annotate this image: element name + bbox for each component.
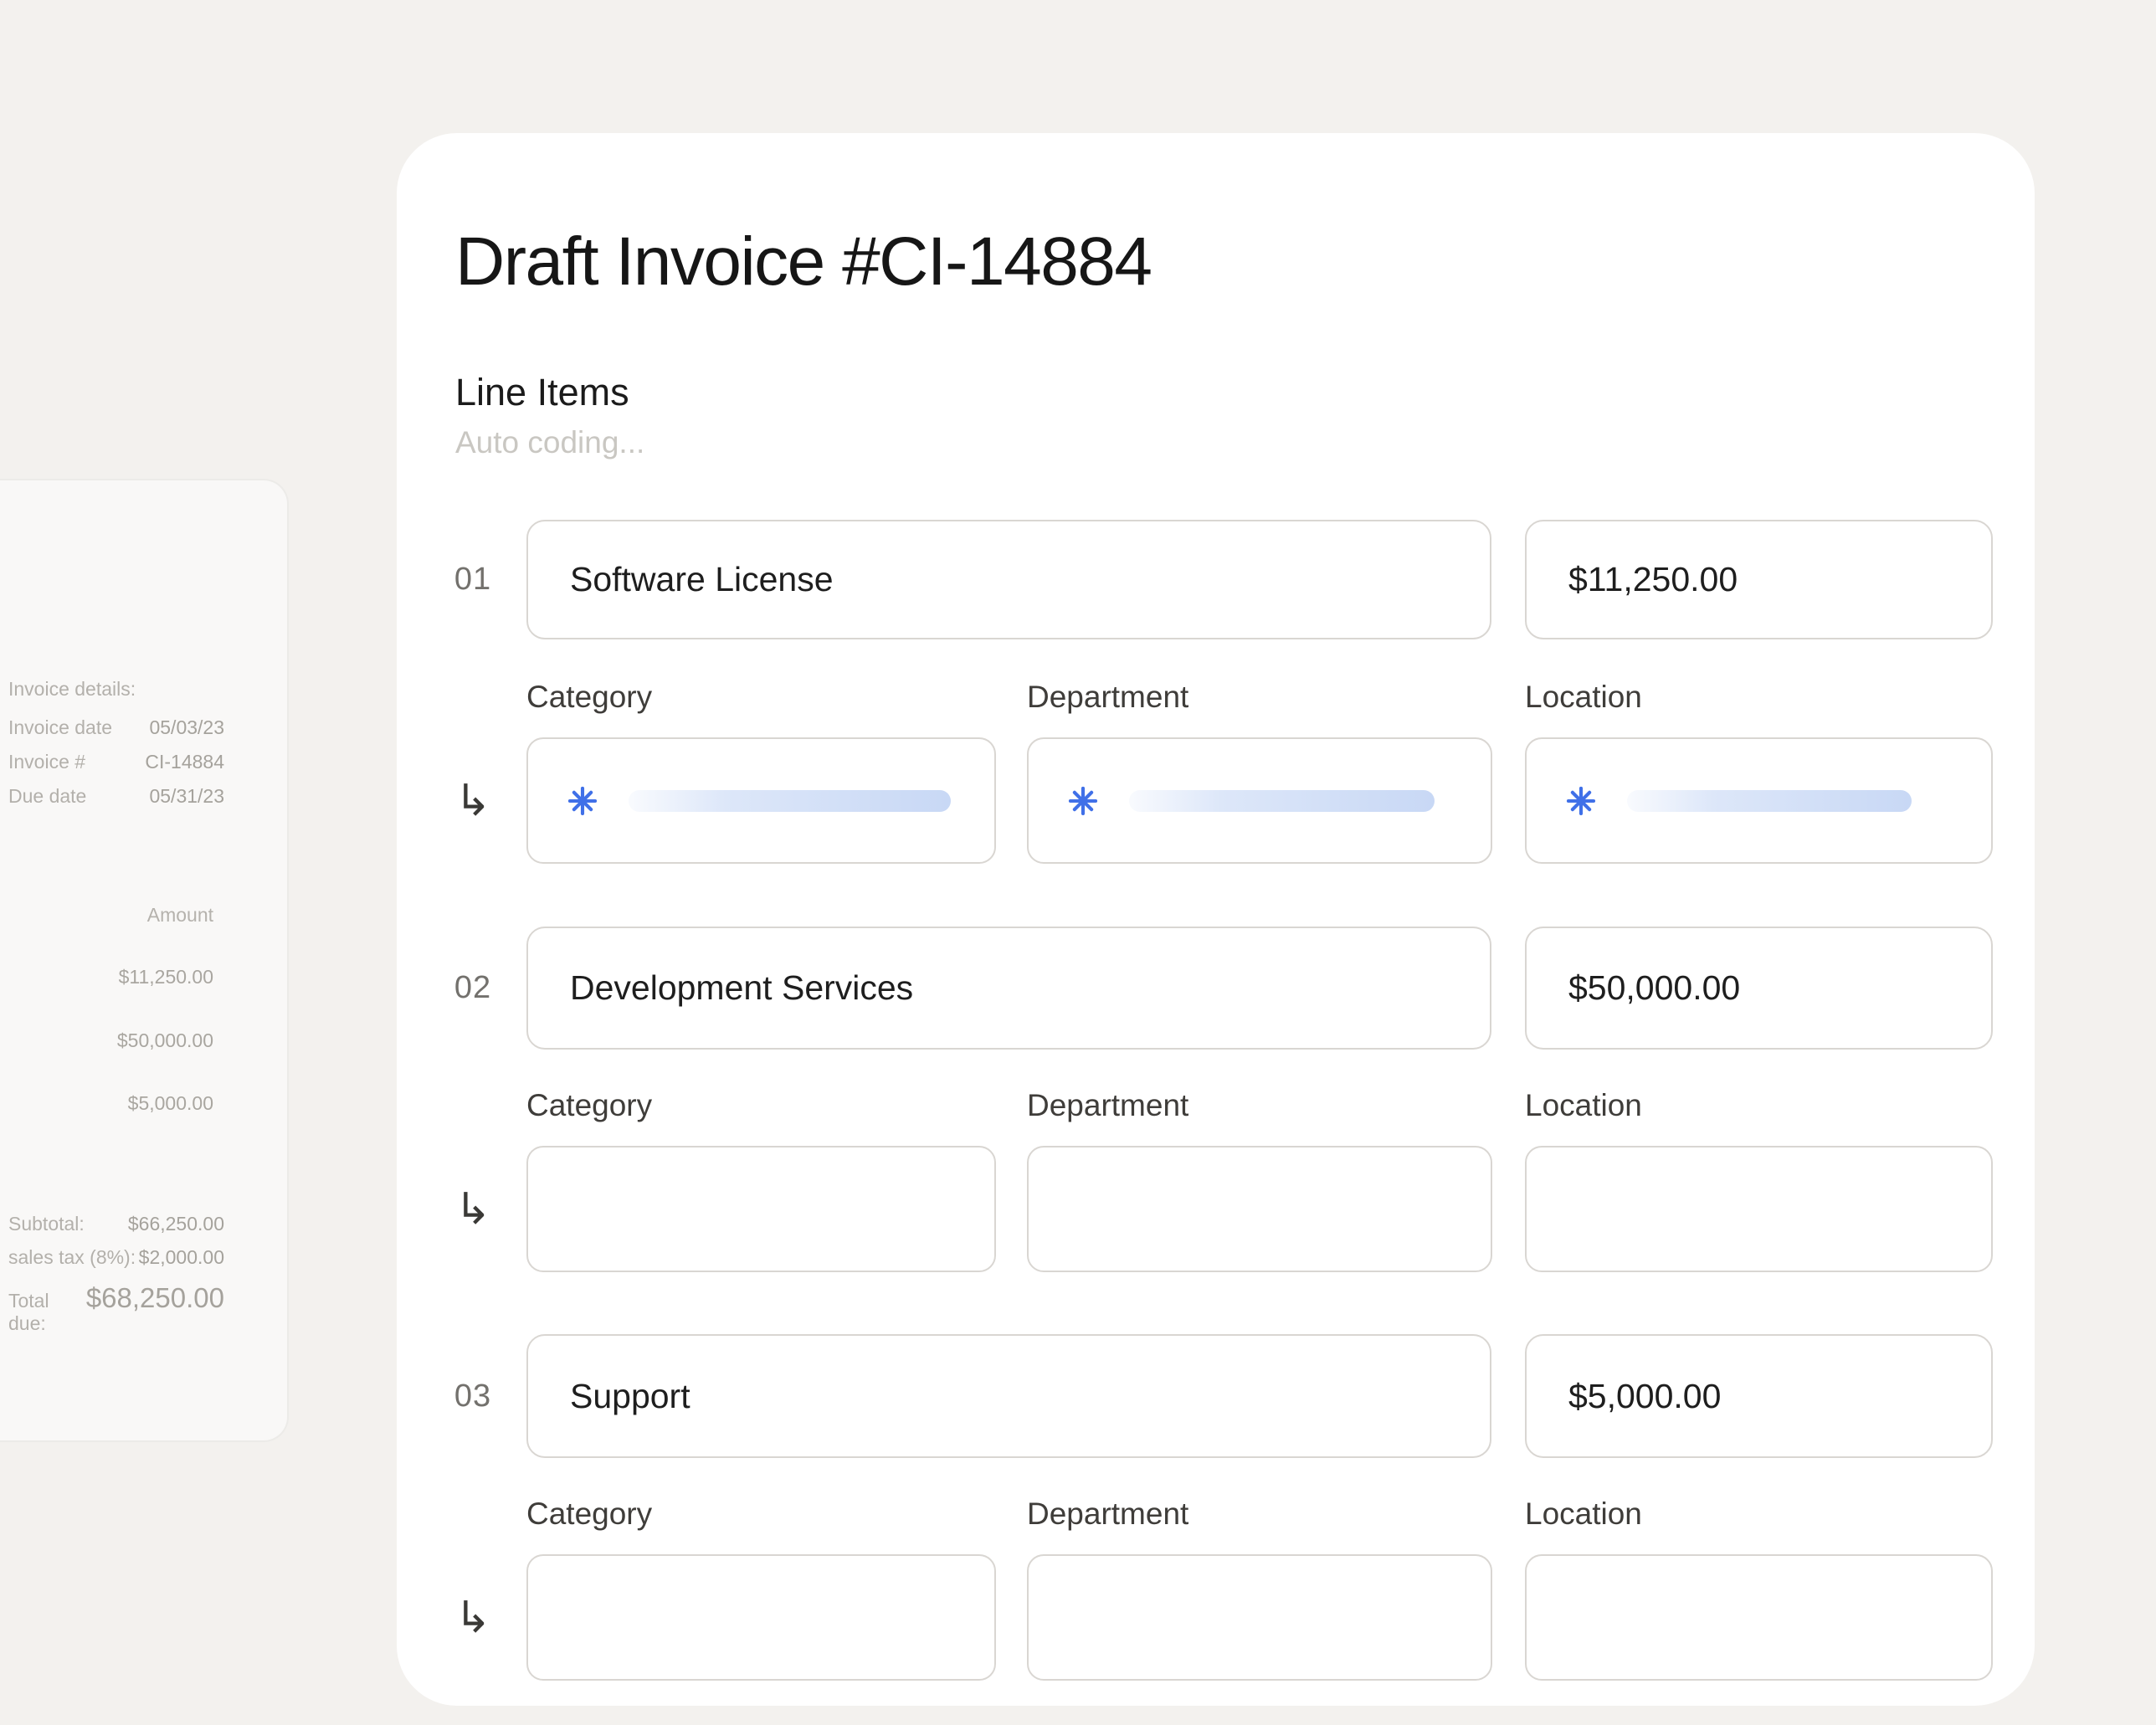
location-field-2[interactable] — [1525, 1146, 1993, 1272]
description-value-2: Development Services — [570, 968, 913, 1008]
summary-amount-1: $11,250.00 — [119, 966, 213, 988]
description-field-1[interactable]: Software License — [526, 520, 1491, 639]
ai-spark-icon — [1067, 785, 1099, 817]
amount-column-heading: Amount — [147, 904, 213, 927]
line-item-number-3: 03 — [435, 1334, 511, 1458]
location-field-1[interactable] — [1525, 737, 1993, 864]
summary-amount-3: $5,000.00 — [128, 1092, 213, 1115]
page-title: Draft Invoice #CI-14884 — [455, 223, 1152, 301]
category-label-1: Category — [526, 680, 652, 715]
ai-spark-icon — [1565, 785, 1597, 817]
sales-tax-label: sales tax (8%): — [8, 1246, 136, 1269]
category-label-2: Category — [526, 1088, 652, 1123]
department-field-1[interactable] — [1027, 737, 1492, 864]
due-date-value: 05/31/23 — [149, 785, 224, 808]
line-items-heading: Line Items — [455, 371, 629, 414]
summary-amount-2: $50,000.00 — [117, 1029, 213, 1052]
location-field-3[interactable] — [1525, 1554, 1993, 1681]
loading-shimmer — [1129, 790, 1435, 812]
category-field-1[interactable] — [526, 737, 996, 864]
line-item-number-2: 02 — [435, 927, 511, 1050]
total-due-label: Total due: — [8, 1290, 86, 1335]
department-field-2[interactable] — [1027, 1146, 1492, 1272]
invoice-date-value: 05/03/23 — [149, 716, 224, 739]
description-field-2[interactable]: Development Services — [526, 927, 1491, 1050]
indent-arrow-icon-3: ↳ — [435, 1554, 511, 1681]
department-label-1: Department — [1027, 680, 1188, 715]
auto-coding-status: Auto coding... — [455, 425, 644, 460]
invoice-number-row: Invoice # CI-14884 — [8, 751, 224, 773]
department-field-3[interactable] — [1027, 1554, 1492, 1681]
amount-field-1[interactable]: $11,250.00 — [1525, 520, 1993, 639]
invoice-number-value: CI-14884 — [145, 751, 224, 773]
subtotal-value: $66,250.00 — [128, 1213, 224, 1235]
loading-shimmer — [629, 790, 951, 812]
sales-tax-value: $2,000.00 — [139, 1246, 224, 1269]
invoice-date-label: Invoice date — [8, 716, 112, 739]
category-label-3: Category — [526, 1497, 652, 1532]
department-label-2: Department — [1027, 1088, 1188, 1123]
invoice-summary-panel: Invoice details: Invoice date 05/03/23 I… — [0, 479, 289, 1442]
indent-arrow-icon-2: ↳ — [435, 1146, 511, 1272]
amount-field-3[interactable]: $5,000.00 — [1525, 1334, 1993, 1458]
loading-shimmer — [1627, 790, 1912, 812]
description-value-1: Software License — [570, 560, 834, 599]
invoice-date-row: Invoice date 05/03/23 — [8, 716, 224, 739]
total-due-row: Total due: $68,250.00 — [8, 1282, 224, 1335]
due-date-label: Due date — [8, 785, 86, 808]
invoice-details-heading: Invoice details: — [8, 678, 136, 701]
location-label-2: Location — [1525, 1088, 1642, 1123]
amount-value-2: $50,000.00 — [1568, 968, 1740, 1008]
description-value-3: Support — [570, 1377, 690, 1416]
amount-value-3: $5,000.00 — [1568, 1377, 1721, 1416]
description-field-3[interactable]: Support — [526, 1334, 1491, 1458]
category-field-2[interactable] — [526, 1146, 996, 1272]
subtotal-row: Subtotal: $66,250.00 — [8, 1213, 224, 1235]
location-label-3: Location — [1525, 1497, 1642, 1532]
location-label-1: Location — [1525, 680, 1642, 715]
amount-value-1: $11,250.00 — [1568, 560, 1738, 599]
category-field-3[interactable] — [526, 1554, 996, 1681]
total-due-value: $68,250.00 — [86, 1282, 224, 1314]
department-label-3: Department — [1027, 1497, 1188, 1532]
indent-arrow-icon-1: ↳ — [435, 737, 511, 864]
invoice-number-label: Invoice # — [8, 751, 85, 773]
amount-field-2[interactable]: $50,000.00 — [1525, 927, 1993, 1050]
sales-tax-row: sales tax (8%): $2,000.00 — [8, 1246, 224, 1269]
subtotal-label: Subtotal: — [8, 1213, 85, 1235]
line-item-number-1: 01 — [435, 520, 511, 639]
due-date-row: Due date 05/31/23 — [8, 785, 224, 808]
ai-spark-icon — [567, 785, 598, 817]
draft-invoice-card — [397, 133, 2035, 1706]
